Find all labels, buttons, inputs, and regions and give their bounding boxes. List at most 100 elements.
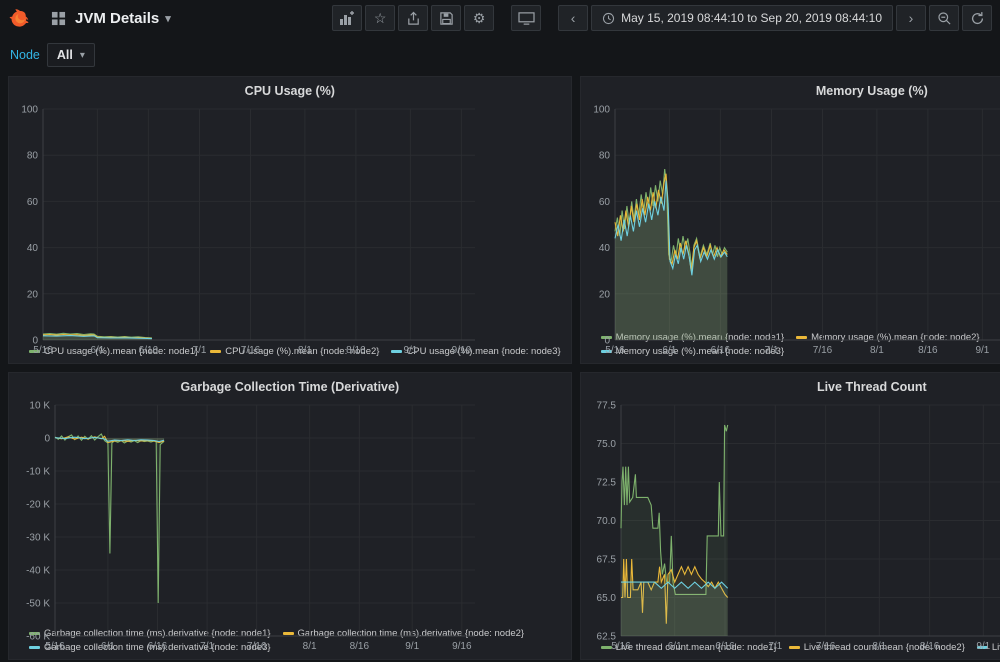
svg-text:40: 40 xyxy=(27,243,39,254)
panel-gc-time: Garbage Collection Time (Derivative) 5/1… xyxy=(8,372,572,660)
svg-text:8/1: 8/1 xyxy=(870,345,884,356)
svg-text:-40 K: -40 K xyxy=(26,566,50,577)
grafana-logo-icon xyxy=(9,7,31,29)
svg-text:7/1: 7/1 xyxy=(764,345,778,356)
submenu: Node All ▾ xyxy=(0,36,1000,74)
svg-text:6/1: 6/1 xyxy=(101,641,115,652)
svg-text:62.5: 62.5 xyxy=(596,632,616,643)
svg-text:60: 60 xyxy=(599,197,611,208)
dashboard-title-button[interactable]: JVM Details ▾ xyxy=(75,10,171,27)
panel-live-thread-count: Live Thread Count 5/166/16/167/17/168/18… xyxy=(580,372,1000,660)
svg-text:7/16: 7/16 xyxy=(241,345,261,356)
panel-title[interactable]: CPU Usage (%) xyxy=(15,81,565,101)
add-panel-icon xyxy=(339,10,355,26)
zoom-out-button[interactable] xyxy=(929,5,959,31)
time-range-text: May 15, 2019 08:44:10 to Sep 20, 2019 08… xyxy=(621,11,882,25)
svg-text:7/16: 7/16 xyxy=(816,641,836,652)
svg-text:20: 20 xyxy=(27,289,39,300)
add-panel-button[interactable] xyxy=(332,5,362,31)
variable-dropdown[interactable]: All ▾ xyxy=(47,43,95,67)
star-icon: ☆ xyxy=(374,11,387,25)
svg-text:6/1: 6/1 xyxy=(90,345,104,356)
svg-text:5/16: 5/16 xyxy=(45,641,65,652)
variable-value: All xyxy=(57,48,73,62)
chevron-right-icon: › xyxy=(909,11,914,25)
star-button[interactable]: ☆ xyxy=(365,5,395,31)
time-forward-button[interactable]: › xyxy=(896,5,926,31)
svg-text:-30 K: -30 K xyxy=(26,533,50,544)
svg-text:40: 40 xyxy=(599,243,611,254)
gc-time-chart[interactable]: 5/166/16/167/17/168/18/169/19/1610 K0-10… xyxy=(15,397,565,625)
panel-title[interactable]: Live Thread Count xyxy=(587,377,1000,397)
refresh-button[interactable] xyxy=(962,5,992,31)
svg-text:9/1: 9/1 xyxy=(975,345,989,356)
svg-text:6/16: 6/16 xyxy=(715,641,735,652)
dashboard-grid: CPU Usage (%) 5/166/16/167/17/168/18/169… xyxy=(0,74,1000,662)
svg-text:8/1: 8/1 xyxy=(872,641,886,652)
svg-text:7/16: 7/16 xyxy=(247,641,267,652)
svg-text:6/1: 6/1 xyxy=(667,641,681,652)
svg-text:100: 100 xyxy=(593,105,610,116)
svg-text:67.5: 67.5 xyxy=(596,555,616,566)
settings-button[interactable]: ⚙ xyxy=(464,5,494,31)
cpu-usage-chart[interactable]: 5/166/16/167/17/168/18/169/19/1610080604… xyxy=(15,101,565,343)
svg-text:60: 60 xyxy=(27,197,39,208)
svg-text:0: 0 xyxy=(604,336,610,347)
save-icon xyxy=(439,11,454,26)
share-icon xyxy=(406,11,421,26)
panel-title[interactable]: Garbage Collection Time (Derivative) xyxy=(15,377,565,397)
variable-label: Node xyxy=(10,48,40,62)
svg-text:8/1: 8/1 xyxy=(298,345,312,356)
chevron-left-icon: ‹ xyxy=(571,11,576,25)
svg-text:-50 K: -50 K xyxy=(26,599,50,610)
dashboards-button[interactable] xyxy=(43,5,73,31)
grafana-app: JVM Details ▾ ☆ xyxy=(0,0,1000,662)
svg-text:6/16: 6/16 xyxy=(710,345,730,356)
svg-text:8/16: 8/16 xyxy=(346,345,366,356)
save-button[interactable] xyxy=(431,5,461,31)
time-back-button[interactable]: ‹ xyxy=(558,5,588,31)
refresh-icon xyxy=(970,11,985,26)
svg-text:7/1: 7/1 xyxy=(200,641,214,652)
grafana-logo[interactable] xyxy=(8,6,32,30)
monitor-icon xyxy=(518,11,535,26)
svg-text:7/1: 7/1 xyxy=(768,641,782,652)
svg-text:65.0: 65.0 xyxy=(596,593,616,604)
svg-text:70.0: 70.0 xyxy=(596,516,616,527)
clock-icon xyxy=(602,12,615,25)
zoom-out-icon xyxy=(937,11,952,26)
svg-text:9/1: 9/1 xyxy=(403,345,417,356)
svg-text:80: 80 xyxy=(599,151,611,162)
memory-usage-chart[interactable]: 5/166/16/167/17/168/18/169/19/1610080604… xyxy=(587,101,1000,329)
navbar: JVM Details ▾ ☆ xyxy=(0,0,1000,36)
share-button[interactable] xyxy=(398,5,428,31)
tv-mode-button[interactable] xyxy=(511,5,541,31)
caret-down-icon: ▾ xyxy=(80,50,85,61)
svg-text:9/1: 9/1 xyxy=(405,641,419,652)
svg-text:75.0: 75.0 xyxy=(596,439,616,450)
svg-text:0: 0 xyxy=(44,434,50,445)
grid-icon xyxy=(51,11,66,26)
panel-memory-usage: Memory Usage (%) 5/166/16/167/17/168/18/… xyxy=(580,76,1000,364)
svg-text:8/16: 8/16 xyxy=(918,345,938,356)
svg-text:100: 100 xyxy=(21,105,38,116)
svg-text:5/16: 5/16 xyxy=(605,345,625,356)
panel-title[interactable]: Memory Usage (%) xyxy=(587,81,1000,101)
svg-text:-20 K: -20 K xyxy=(26,500,50,511)
gear-icon: ⚙ xyxy=(473,11,486,25)
panel-cpu-usage: CPU Usage (%) 5/166/16/167/17/168/18/169… xyxy=(8,76,572,364)
svg-text:9/16: 9/16 xyxy=(452,641,472,652)
svg-text:10 K: 10 K xyxy=(29,401,50,412)
svg-text:6/16: 6/16 xyxy=(148,641,168,652)
live-thread-count-chart[interactable]: 5/166/16/167/17/168/18/169/19/1677.575.0… xyxy=(587,397,1000,639)
svg-text:20: 20 xyxy=(599,289,611,300)
svg-text:5/16: 5/16 xyxy=(611,641,631,652)
svg-text:8/16: 8/16 xyxy=(350,641,370,652)
time-range-button[interactable]: May 15, 2019 08:44:10 to Sep 20, 2019 08… xyxy=(591,5,893,31)
dashboard-title: JVM Details xyxy=(75,10,159,27)
svg-text:80: 80 xyxy=(27,151,39,162)
svg-text:6/16: 6/16 xyxy=(139,345,159,356)
svg-text:8/1: 8/1 xyxy=(303,641,317,652)
svg-text:8/16: 8/16 xyxy=(920,641,940,652)
svg-text:0: 0 xyxy=(32,336,38,347)
